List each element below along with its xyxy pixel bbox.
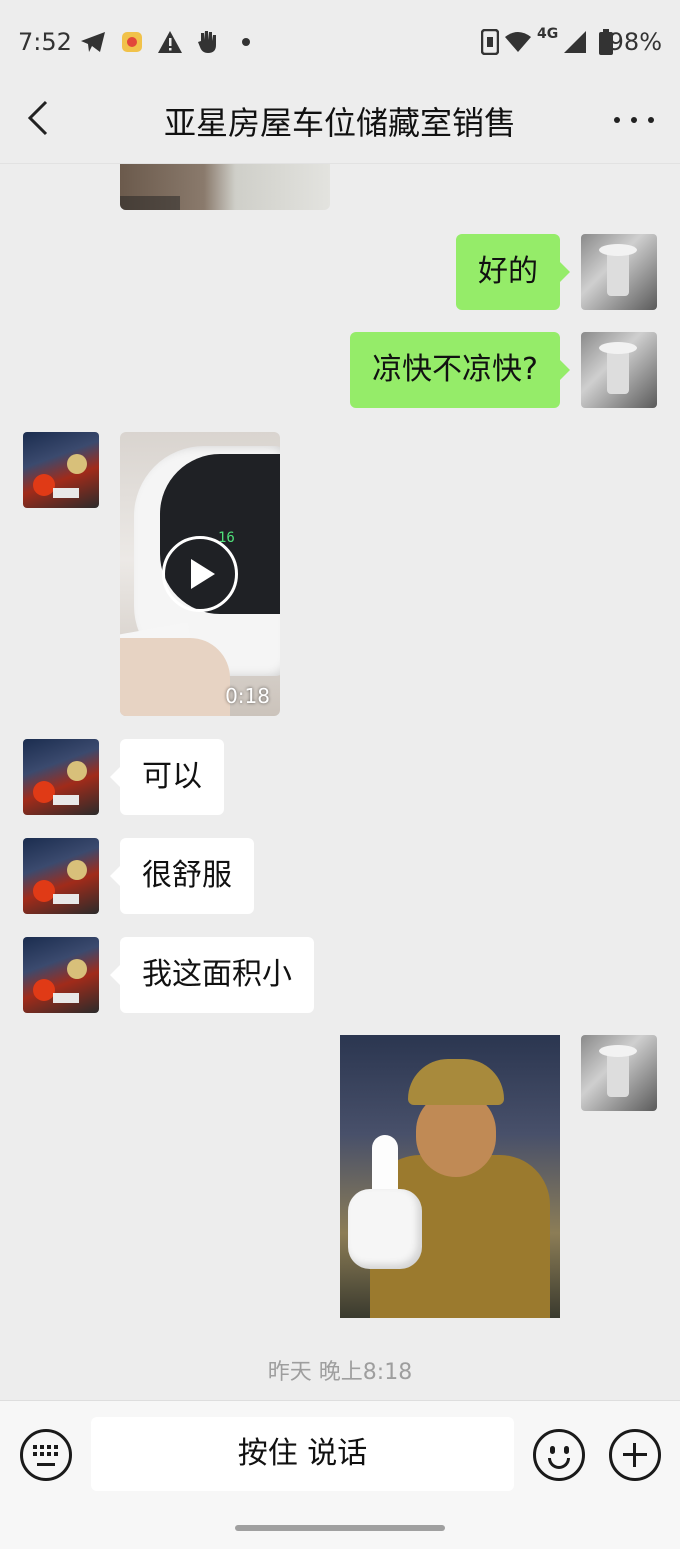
image-message[interactable]: [120, 164, 330, 210]
dot-icon: [240, 28, 252, 56]
contact-avatar[interactable]: [23, 739, 99, 815]
input-bar: 按住 说话: [0, 1400, 680, 1549]
warning-icon: [156, 28, 184, 56]
contact-avatar[interactable]: [23, 937, 99, 1013]
play-icon[interactable]: [162, 536, 238, 612]
message-bubble-mine[interactable]: 好的: [456, 234, 570, 310]
telegram-icon: [78, 28, 108, 56]
wifi-icon: [503, 28, 533, 56]
emoji-icon[interactable]: [533, 1429, 585, 1481]
hand-icon: [196, 28, 220, 56]
sticker-message[interactable]: [340, 1035, 560, 1318]
home-indicator[interactable]: [235, 1525, 445, 1531]
message-bubble-theirs[interactable]: 可以: [110, 739, 224, 815]
app-notification-icon: [119, 28, 145, 56]
network-type: 4G: [537, 26, 559, 42]
message-bubble-theirs[interactable]: 很舒服: [110, 838, 254, 914]
signal-icon: [562, 28, 588, 56]
my-avatar[interactable]: [581, 332, 657, 408]
chat-header: 亚星房屋车位储藏室销售: [0, 84, 680, 164]
hold-to-talk-button[interactable]: 按住 说话: [91, 1417, 514, 1491]
my-avatar[interactable]: [581, 234, 657, 310]
plus-icon[interactable]: [609, 1429, 661, 1481]
contact-avatar[interactable]: [23, 432, 99, 508]
message-bubble-theirs[interactable]: 我这面积小: [110, 937, 314, 1013]
video-duration: 0:18: [225, 684, 270, 708]
thumbs-up-icon: [342, 1135, 422, 1295]
more-dots-icon[interactable]: [614, 100, 654, 140]
my-avatar[interactable]: [581, 1035, 657, 1111]
video-message[interactable]: 16 0:18: [120, 432, 280, 716]
message-bubble-mine[interactable]: 凉快不凉快?: [350, 332, 570, 408]
message-timestamp: 昨天 晚上8:18: [267, 1360, 413, 1385]
battery-level: 98%: [608, 28, 662, 56]
status-bar: 7:52 4G 98%: [0, 0, 680, 84]
contact-avatar[interactable]: [23, 838, 99, 914]
chat-title: 亚星房屋车位储藏室销售: [163, 104, 516, 142]
keyboard-icon[interactable]: [20, 1429, 72, 1481]
nfc-icon: [480, 28, 500, 56]
chat-messages[interactable]: 好的 凉快不凉快? 16 0:18 可以 很舒服 我这面积小 昨天 晚上8:18: [0, 164, 680, 1400]
status-time: 7:52: [18, 28, 72, 56]
